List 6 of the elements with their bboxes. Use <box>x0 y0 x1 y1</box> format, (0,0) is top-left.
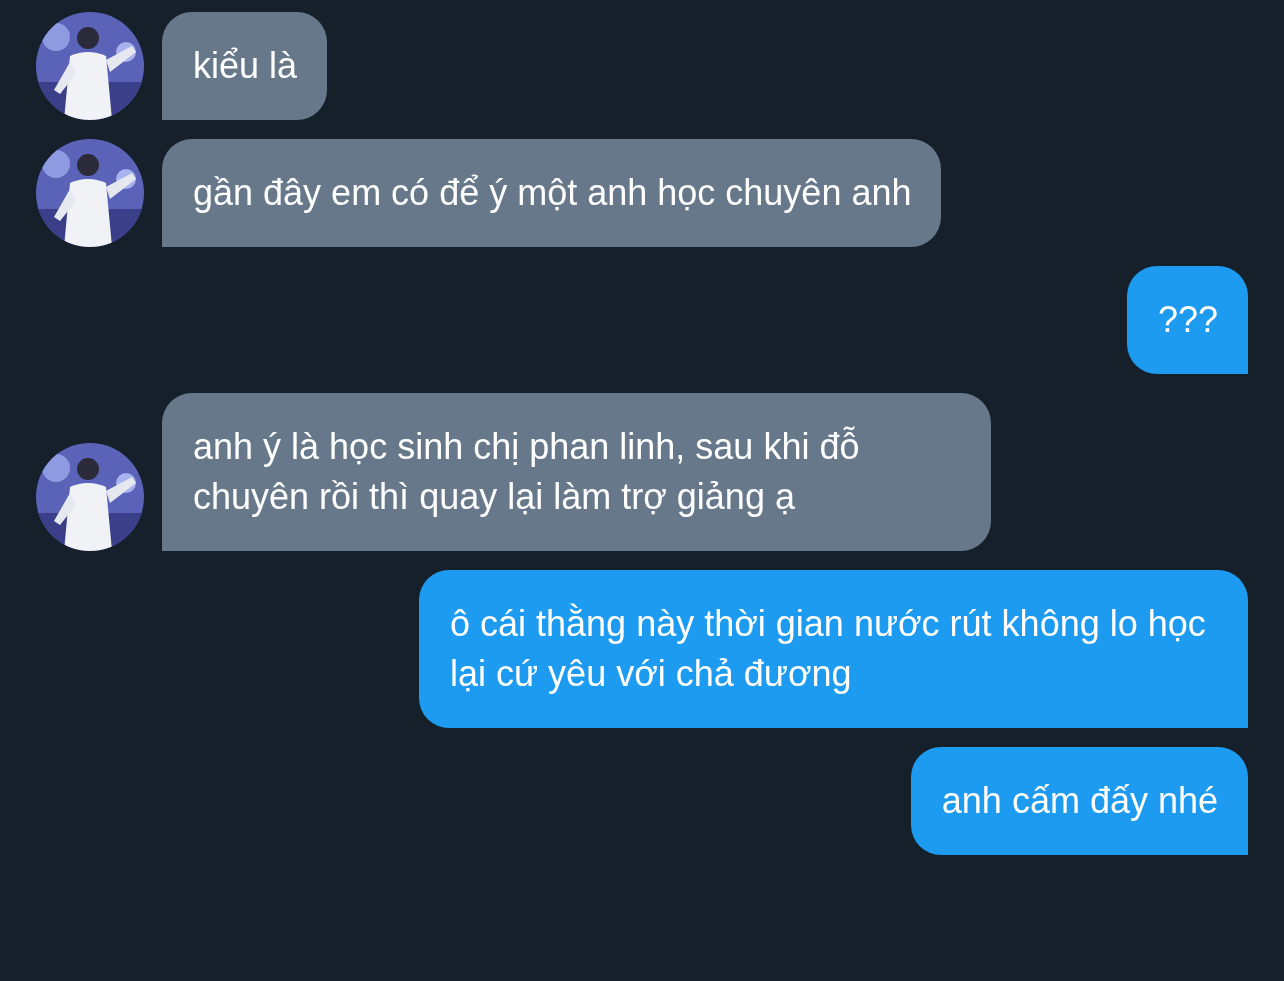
message-text: anh ý là học sinh chị phan linh, sau khi đỗ chuyên rồi thì quay lại làm trợ giảng ạ <box>193 426 860 517</box>
message-text: ??? <box>1157 299 1218 340</box>
message-text: anh cấm đấy nhé <box>941 780 1218 821</box>
message-text: gần đây em có để ý một anh học chuyên anh <box>193 172 912 213</box>
message-text: ô cái thằng này thời gian nước rút không lo học lại cứ yêu với chả đương <box>450 603 1206 694</box>
message-text: kiểu là <box>193 45 298 86</box>
